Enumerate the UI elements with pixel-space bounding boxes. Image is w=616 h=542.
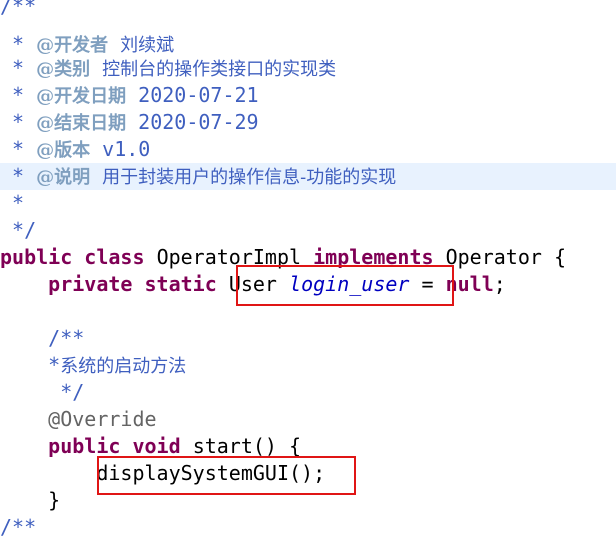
close-brace: } <box>48 488 61 512</box>
code-line-inner-comment: *系统的启动方法 <box>0 352 616 379</box>
code-line-next-doc: /** <box>0 514 616 541</box>
inner-comment-text: 系统的启动方法 <box>60 356 187 377</box>
code-line-2: * @开发者 刘续斌 <box>0 31 616 58</box>
keyword-private: private <box>48 272 133 296</box>
code-line-4: * @开发日期 2020-07-21 <box>0 82 616 109</box>
doc-comment-open: /** <box>0 0 37 18</box>
inner-comment-star: * <box>48 353 61 377</box>
end-date-value: 2020-07-29 <box>138 110 259 134</box>
inner-doc-open: /** <box>48 326 85 350</box>
override-annotation: @Override <box>48 407 157 431</box>
category-tag: @类别 <box>36 59 91 80</box>
method-signature: start() { <box>192 434 302 458</box>
keyword-public: public <box>48 434 121 458</box>
start-date-tag: @开发日期 <box>36 86 127 107</box>
description-tag: @说明 <box>36 167 91 188</box>
start-date-value: 2020-07-21 <box>138 83 259 107</box>
interface-name: Operator { <box>445 245 566 269</box>
semicolon: ; <box>493 272 506 296</box>
comment-star: * <box>0 164 37 188</box>
keyword-public: public <box>0 245 73 269</box>
code-line-7-current: * @说明 用于封装用户的操作信息-功能的实现 <box>0 163 616 190</box>
developer-value: 刘续斌 <box>120 35 175 56</box>
code-line-inner-doc-open: /** <box>0 325 616 352</box>
code-line-inner-doc-close: */ <box>0 379 616 406</box>
code-line-8: * <box>0 190 616 217</box>
version-tag: @版本 <box>36 140 91 161</box>
comment-star: * <box>0 110 37 134</box>
comment-star: * <box>0 32 37 56</box>
highlight-box-method-call <box>97 456 356 495</box>
code-line-1: /** <box>0 0 616 20</box>
code-line-3: * @类别 控制台的操作类接口的实现类 <box>0 55 616 82</box>
comment-star: * <box>0 137 37 161</box>
comment-star: * <box>0 83 37 107</box>
description-value: 用于封装用户的操作信息-功能的实现 <box>102 167 397 188</box>
code-line-6: * @版本 v1.0 <box>0 136 616 163</box>
keyword-void: void <box>132 434 181 458</box>
category-value: 控制台的操作类接口的实现类 <box>102 59 337 80</box>
inner-doc-close: */ <box>60 380 85 404</box>
code-line-5: * @结束日期 2020-07-29 <box>0 109 616 136</box>
doc-comment-close: */ <box>0 218 37 242</box>
code-line-annotation: @Override <box>0 406 616 433</box>
comment-star: * <box>0 191 25 215</box>
code-line-9: */ <box>0 217 616 244</box>
highlight-box-field <box>236 265 454 306</box>
next-doc-open: /** <box>0 515 37 539</box>
keyword-static: static <box>144 272 217 296</box>
comment-star: * <box>0 56 37 80</box>
version-value: v1.0 <box>102 137 151 161</box>
keyword-class: class <box>84 245 145 269</box>
developer-tag: @开发者 <box>36 35 109 56</box>
end-date-tag: @结束日期 <box>36 113 127 134</box>
